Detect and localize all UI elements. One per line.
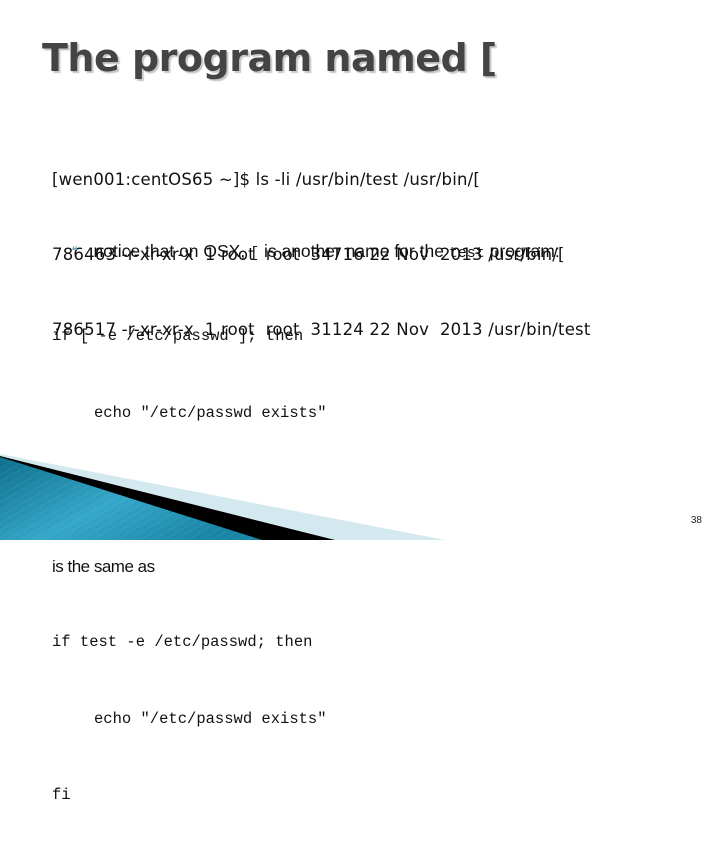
code-line: if [ -e /etc/passwd ]; then	[52, 327, 304, 345]
terminal-line: [wen001:centOS65 ~]$ ls -li /usr/bin/tes…	[52, 170, 481, 189]
code-line: fi	[52, 786, 71, 804]
page-number: 38	[690, 515, 702, 526]
code-examples: if [ -e /etc/passwd ]; then echo "/etc/p…	[52, 273, 327, 860]
connector-text: is the same as	[52, 556, 155, 576]
inline-code: test	[448, 245, 485, 262]
code-line: echo "/etc/passwd exists"	[94, 709, 327, 728]
bullet-text: notice that on OSX,	[93, 241, 251, 261]
slide: The program named [ [wen001:centOS65 ~]$…	[0, 0, 720, 804]
bullet-text: is another name for the	[259, 241, 449, 261]
slide-title: The program named [	[42, 36, 497, 80]
bullet-icon: ❝	[71, 244, 78, 258]
code-line: if test -e /etc/passwd; then	[52, 633, 313, 651]
decorative-wedge	[0, 454, 445, 540]
inline-code: [	[250, 245, 260, 262]
bullet-text: program:	[484, 241, 560, 261]
code-line: echo "/etc/passwd exists"	[94, 403, 327, 422]
